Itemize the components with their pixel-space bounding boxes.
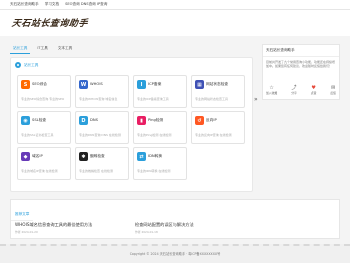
tool-description: 专业的域名IP查询 在线检测 (21, 169, 58, 173)
tool-description: 专业的ICP备案查询工具 (137, 97, 169, 101)
tool-description: 专业的SSL证书检查工具 (21, 133, 54, 137)
article-meta: 作者 2024-01-20 (15, 230, 38, 234)
tool-card[interactable]: ◆ 域名IP 专业的域名IP查询 在线检测 (17, 147, 71, 180)
tool-tabs: 站长工具 IT工具 文本工具 (10, 44, 250, 54)
tool-name: 网站状态检查 (206, 82, 229, 86)
article-meta: 作者 2024-01-18 (135, 230, 158, 234)
sidebar-title: 天石站长查询助手 (263, 45, 339, 57)
sidebar-description: 目前共开发了九个常用查询小功能，功能还在持续增加中。如果您有任何建议，欢迎随时反… (266, 60, 336, 69)
chevron-right-icon[interactable]: » (254, 96, 258, 103)
whois-icon: W (79, 80, 88, 89)
section-title: 站长工具 (24, 62, 39, 67)
tool-card[interactable]: ▮ Ping检测专业的Ping检测 在线检测 (133, 111, 187, 144)
tool-grid: S SEO综合专业的SEO综合查询·专业的SEO W WHOIS 专业的WHOIS查询 … (17, 75, 245, 180)
tool-card[interactable]: S SEO综合专业的SEO综合查询·专业的SEO (17, 75, 71, 108)
seo-icon: S (21, 80, 30, 89)
favorite-button[interactable]: ☆ 加入收藏 (266, 85, 277, 95)
sidebar-card: 天石站长查询助手 目前共开发了九个常用查询小功能，功能还在持续增加中。如果您有任… (262, 44, 340, 100)
tools-panel: 站长工具 S SEO综合专业的SEO综合查询·专业的SEO W WHOIS 专业的WHO… (10, 57, 253, 192)
tool-card[interactable]: ↺ 反向IP 专业的反向IP查询 在线检测 (191, 111, 245, 144)
tool-name: DNS (90, 118, 98, 122)
tool-card[interactable]: ⇄ IDN转换专业的IDN转换 在线检测 (133, 147, 187, 180)
tool-name: 域名IP (32, 154, 43, 158)
dns-icon: D (79, 116, 88, 125)
section-icon (15, 62, 21, 68)
top-link-tools[interactable]: SEO查询 DNS查询 IP查询 (65, 2, 107, 7)
tool-name: IDN转换 (148, 154, 163, 158)
sidebar-actions: ☆ 加入收藏 ⤴ 分享 ♥ 点赞 ✉ 反馈 (266, 85, 336, 95)
tool-card[interactable]: D DNS 专业的DNS查询 DNS 在线检测 (75, 111, 129, 144)
tool-card[interactable]: ◉ SSL检查专业的SSL证书检查工具 (17, 111, 71, 144)
tool-name: 蜘蛛检查 (90, 154, 105, 158)
tool-card[interactable]: W WHOIS 专业的WHOIS查询 域名信息 (75, 75, 129, 108)
tool-description: 专业的Ping检测 在线检测 (137, 133, 172, 137)
status-icon: ▦ (195, 80, 204, 89)
idn-icon: ⇄ (137, 152, 146, 161)
share-button[interactable]: ⤴ 分享 (291, 85, 297, 95)
tool-name: ICP备案 (148, 82, 162, 86)
articles-heading: 推荐文章 (11, 209, 34, 221)
articles-panel: 推荐文章 WHOIS域名信息查询工具的最佳使用方法 作者 2024-01-20 … (10, 199, 340, 239)
top-link-docs[interactable]: 学习文档 (45, 2, 59, 7)
tab-webmaster-tools[interactable]: 站长工具 (10, 44, 31, 54)
tool-description: 专业的SEO综合查询·专业的SEO (21, 97, 65, 101)
ssl-icon: ◉ (21, 116, 30, 125)
tool-name: SEO综合 (32, 82, 47, 86)
tab-it-tools[interactable]: IT工具 (34, 44, 50, 54)
tool-description: 专业的蜘蛛检查 在线检测 (79, 169, 113, 173)
ping-icon: ▮ (137, 116, 146, 125)
footer-copyright: Copyright © 2024 天石站长查询助手 · 粤ICP备XXXXXXX… (129, 252, 221, 256)
reverse-ip-icon: ↺ (195, 116, 204, 125)
tool-description: 专业的IDN转换 在线检测 (137, 169, 171, 173)
tool-card[interactable]: ✱ 蜘蛛检查专业的蜘蛛检查 在线检测 (75, 147, 129, 180)
article-link[interactable]: 检查网站配置的误区与解决方法 作者 2024-01-18 (135, 222, 194, 234)
tool-description: 专业的DNS查询 DNS 在线检测 (79, 133, 121, 137)
site-logo[interactable]: 天石站长查询助手 (11, 16, 89, 29)
tool-name: 反向IP (206, 118, 217, 122)
footer: Copyright © 2024 天石站长查询助手 · 粤ICP备XXXXXXX… (0, 244, 350, 263)
feedback-button[interactable]: ✉ 反馈 (330, 85, 336, 95)
like-button[interactable]: ♥ 点赞 (311, 85, 317, 95)
tool-card[interactable]: ▦ 网站状态检查专业的网站状态检查工具 (191, 75, 245, 108)
tool-name: WHOIS (90, 82, 103, 86)
tool-description: 专业的反向IP查询 在线检测 (195, 133, 232, 137)
tool-description: 专业的网站状态检查工具 (195, 97, 229, 101)
tab-text-tools[interactable]: 文本工具 (55, 44, 75, 54)
top-bar: 天石站长查询助手 学习文档 SEO查询 DNS查询 IP查询 (0, 0, 350, 10)
icp-icon: I (137, 80, 146, 89)
header: 天石站长查询助手 (0, 10, 350, 36)
spider-icon: ✱ (79, 152, 88, 161)
tool-description: 专业的WHOIS查询 域名信息 (79, 97, 118, 101)
tool-name: Ping检测 (148, 118, 164, 122)
article-title: 检查网站配置的误区与解决方法 (135, 222, 194, 227)
domain-ip-icon: ◆ (21, 152, 30, 161)
article-title: WHOIS域名信息查询工具的最佳使用方法 (15, 222, 93, 227)
section-heading: 站长工具 (15, 62, 38, 68)
tool-name: SSL检查 (32, 118, 47, 122)
article-link[interactable]: WHOIS域名信息查询工具的最佳使用方法 作者 2024-01-20 (15, 222, 92, 234)
top-link-home[interactable]: 天石站长查询助手 (10, 2, 39, 7)
tool-card[interactable]: I ICP备案专业的ICP备案查询工具 (133, 75, 187, 108)
